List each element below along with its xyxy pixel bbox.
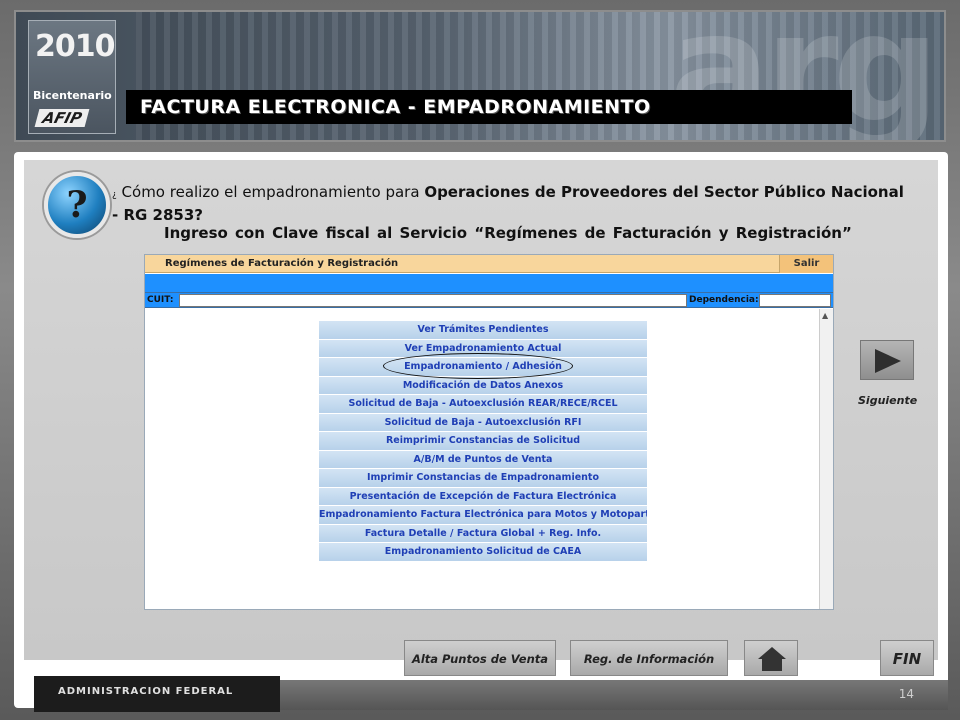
menu-item[interactable]: Factura Detalle / Factura Global + Reg. … <box>319 524 647 543</box>
screenshot-header: Regímenes de Facturación y Registración … <box>145 255 833 273</box>
reg-informacion-button[interactable]: Reg. de Información <box>570 640 728 676</box>
page-number: 14 <box>898 687 914 701</box>
menu-item[interactable]: Modificación de Datos Anexos <box>319 376 647 395</box>
content-card: ? ¿ Cómo realizo el empadronamiento para… <box>14 152 948 712</box>
question-icon: ? <box>44 172 110 238</box>
dependencia-field[interactable] <box>759 294 831 307</box>
screenshot-fields-row: CUIT: Dependencia: <box>145 292 833 308</box>
screenshot-blue-band <box>145 274 833 292</box>
fin-button[interactable]: FIN <box>880 640 934 676</box>
question-text: ¿ Cómo realizo el empadronamiento para O… <box>112 182 912 225</box>
question-plain: Cómo realizo el empadronamiento para <box>116 183 425 201</box>
salir-button[interactable]: Salir <box>779 255 833 273</box>
embedded-screenshot: Regímenes de Facturación y Registración … <box>144 254 834 610</box>
menu-item[interactable]: Ver Trámites Pendientes <box>319 321 647 340</box>
afip-logo: AFIP <box>34 109 90 127</box>
service-subtitle: Ingreso con Clave fiscal al Servicio “Re… <box>164 224 852 242</box>
title-bar: FACTURA ELECTRONICA - EMPADRONAMIENTO <box>126 90 852 124</box>
screenshot-scrollbar[interactable]: ▲ <box>819 309 833 609</box>
footer-logo: ADMINISTRACION FEDERAL <box>34 676 280 712</box>
logo-year: 2010 <box>35 29 115 64</box>
highlight-oval <box>383 353 573 379</box>
menu-item[interactable]: Solicitud de Baja - Autoexclusión RFI <box>319 413 647 432</box>
page-title: FACTURA ELECTRONICA - EMPADRONAMIENTO <box>140 96 651 118</box>
slide-area: ? ¿ Cómo realizo el empadronamiento para… <box>24 160 948 712</box>
logo-bicentenario-text: Bicentenario <box>33 89 112 102</box>
menu-item[interactable]: A/B/M de Puntos de Venta <box>319 450 647 469</box>
play-arrow-icon <box>875 349 901 373</box>
dependencia-label: Dependencia: <box>689 295 759 305</box>
header-banner: arg 2010 Bicentenario AFIP FACTURA ELECT… <box>14 10 946 142</box>
menu-item[interactable]: Imprimir Constancias de Empadronamiento <box>319 469 647 488</box>
footer-org: ADMINISTRACION FEDERAL <box>58 686 234 697</box>
menu-item[interactable]: Reimprimir Constancias de Solicitud <box>319 432 647 451</box>
screenshot-title: Regímenes de Facturación y Registración <box>165 258 399 269</box>
alta-puntos-button[interactable]: Alta Puntos de Venta <box>404 640 556 676</box>
menu-item[interactable]: Solicitud de Baja - Autoexclusión REAR/R… <box>319 395 647 414</box>
cuit-field[interactable] <box>179 294 687 307</box>
next-label: Siguiente <box>858 394 918 407</box>
menu-item[interactable]: Empadronamiento Factura Electrónica para… <box>319 506 647 525</box>
menu-item[interactable]: Empadronamiento Solicitud de CAEA <box>319 543 647 562</box>
next-button[interactable] <box>860 340 914 380</box>
cuit-label: CUIT: <box>147 295 174 305</box>
footer-bar: ADMINISTRACION FEDERAL 14 <box>34 676 948 712</box>
menu-item[interactable]: Presentación de Excepción de Factura Ele… <box>319 487 647 506</box>
bicentenario-logo: 2010 Bicentenario AFIP <box>28 20 116 134</box>
home-button[interactable] <box>744 640 798 676</box>
